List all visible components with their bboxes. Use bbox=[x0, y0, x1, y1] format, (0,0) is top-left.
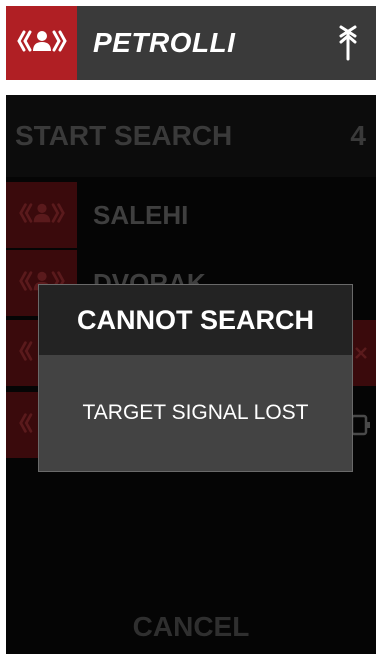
beacon-badge bbox=[6, 6, 77, 80]
cannot-search-dialog: CANNOT SEARCH TARGET SIGNAL LOST bbox=[38, 284, 353, 472]
dialog-title: CANNOT SEARCH bbox=[39, 285, 352, 355]
contact-name: SALEHI bbox=[93, 199, 189, 230]
dialog-message: TARGET SIGNAL LOST bbox=[39, 355, 352, 471]
start-search-row[interactable]: START SEARCH 4 bbox=[6, 95, 376, 177]
signal-person-icon bbox=[16, 26, 68, 61]
contact-beacon bbox=[6, 182, 77, 248]
start-search-label: START SEARCH bbox=[15, 120, 233, 151]
contact-title: PETROLLI bbox=[93, 27, 236, 58]
app-header: PETROLLI bbox=[6, 6, 376, 80]
search-count: 4 bbox=[350, 120, 366, 151]
signal-person-icon bbox=[18, 199, 66, 232]
cancel-button[interactable]: CANCEL bbox=[6, 600, 376, 654]
antenna-icon[interactable] bbox=[320, 6, 376, 80]
contact-row[interactable]: SALEHI bbox=[6, 182, 376, 248]
